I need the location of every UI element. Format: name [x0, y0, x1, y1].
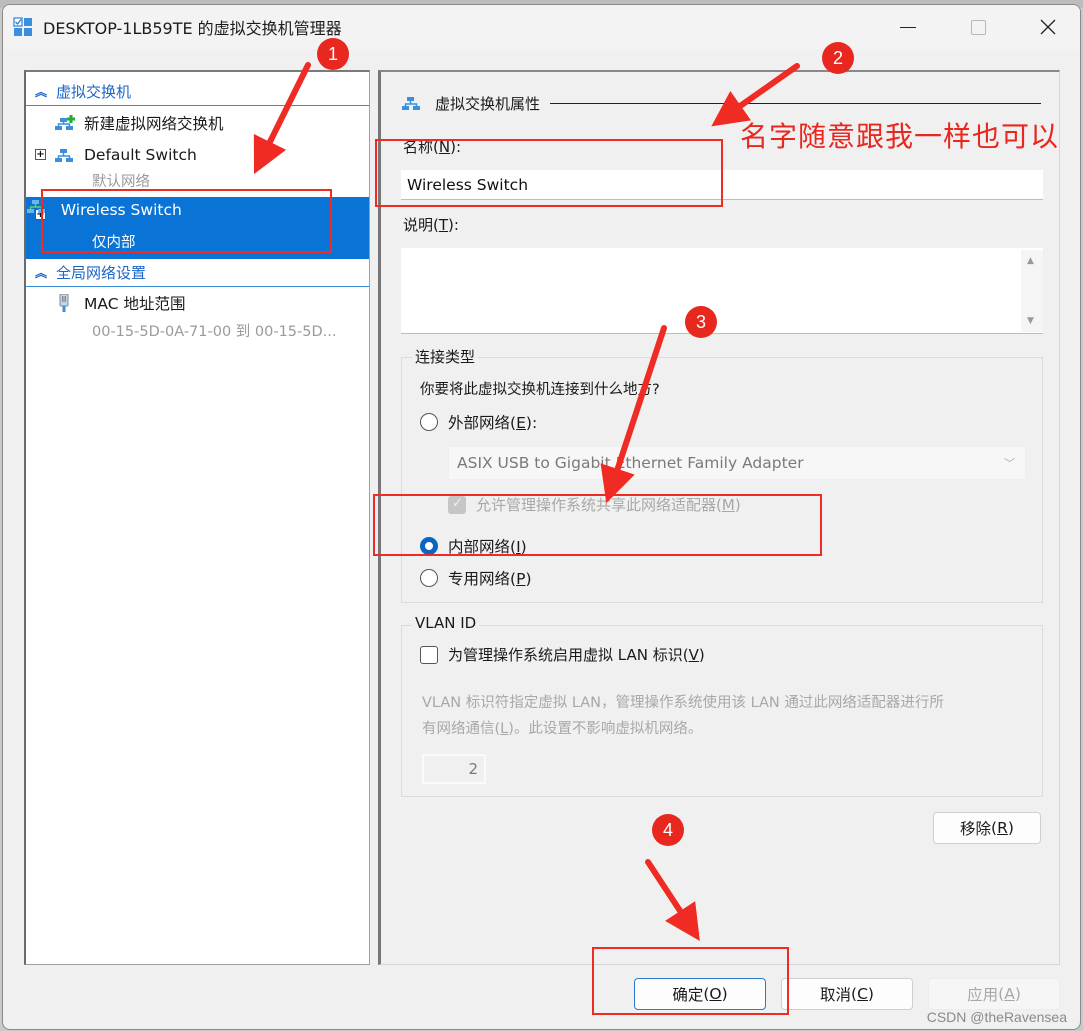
- properties-group-title: 虚拟交换机属性: [435, 94, 541, 113]
- minimize-button[interactable]: [873, 5, 943, 49]
- tree-item-sublabel: 默认网络: [92, 174, 150, 190]
- maximize-icon: [970, 19, 986, 35]
- close-icon: [1040, 19, 1056, 35]
- scroll-down-icon[interactable]: ▼: [1027, 316, 1034, 326]
- switch-properties-pane: 虚拟交换机属性 名称(N): 说明(T): ▲ ▼ 连接类型 你要将此虚拟交换机…: [378, 70, 1060, 965]
- radio-label: 外部网络(E):: [448, 414, 538, 432]
- checkbox-label: 允许管理操作系统共享此网络适配器(M): [476, 496, 741, 514]
- scroll-up-icon[interactable]: ▲: [1027, 256, 1034, 266]
- allow-share-checkbox[interactable]: 允许管理操作系统共享此网络适配器(M): [448, 494, 741, 515]
- window-title: DESKTOP-1LB59TE 的虚拟交换机管理器: [43, 19, 342, 38]
- radio-label: 专用网络(P): [448, 570, 532, 588]
- remove-button[interactable]: 移除(R): [933, 812, 1041, 844]
- radio-button[interactable]: [420, 413, 438, 431]
- checkbox[interactable]: [420, 645, 438, 664]
- title-bar: DESKTOP-1LB59TE 的虚拟交换机管理器: [3, 5, 1080, 49]
- name-input[interactable]: [401, 170, 1043, 200]
- connection-type-legend: 连接类型: [412, 346, 479, 367]
- radio-button[interactable]: [420, 569, 438, 587]
- notes-scrollbar[interactable]: ▲ ▼: [1021, 250, 1043, 332]
- apply-button[interactable]: 应用(A): [928, 978, 1060, 1010]
- vlan-description: VLAN 标识符指定虚拟 LAN，管理操作系统使用该 LAN 通过此网络适配器进…: [422, 695, 944, 737]
- checkbox[interactable]: [448, 495, 466, 514]
- hyperv-manager-icon: [13, 17, 32, 36]
- properties-group-header: 虚拟交换机属性: [401, 92, 1041, 114]
- collapse-chevron-icon: ︽: [34, 85, 47, 99]
- enable-vlan-checkbox[interactable]: 为管理操作系统启用虚拟 LAN 标识(V): [420, 644, 705, 665]
- expand-plus-icon[interactable]: +: [35, 149, 46, 160]
- tree-item-label: Wireless Switch: [60, 201, 182, 219]
- radio-internal-network[interactable]: 内部网络(I): [420, 534, 527, 558]
- switch-icon: [402, 97, 420, 110]
- radio-label: 内部网络(I): [448, 538, 527, 556]
- network-cable-icon: [59, 294, 69, 312]
- tree-item-label: MAC 地址范围: [84, 295, 186, 313]
- connection-question: 你要将此虚拟交换机连接到什么地方?: [420, 382, 660, 398]
- radio-button[interactable]: [420, 537, 438, 555]
- connection-type-group: 连接类型 你要将此虚拟交换机连接到什么地方? 外部网络(E): ASIX USB…: [401, 346, 1043, 603]
- section-title: 虚拟交换机: [56, 83, 132, 101]
- radio-external-network[interactable]: 外部网络(E):: [420, 410, 537, 434]
- external-adapter-select[interactable]: ASIX USB to Gigabit Ethernet Family Adap…: [448, 446, 1026, 480]
- maximize-button[interactable]: [943, 5, 1013, 49]
- name-label: 名称(N):: [403, 138, 462, 156]
- switch-icon: [55, 149, 73, 162]
- minimize-icon: [900, 26, 916, 28]
- tree-item-sublabel: 00-15-5D-0A-71-00 到 00-15-5D...: [92, 324, 337, 340]
- section-global-network-settings[interactable]: ︽ 全局网络设置: [26, 259, 369, 287]
- notes-label: 说明(T):: [403, 216, 459, 234]
- vlan-legend: VLAN ID: [412, 614, 480, 632]
- tree-item-label: Default Switch: [84, 146, 197, 164]
- section-virtual-switches[interactable]: ︽ 虚拟交换机: [26, 78, 369, 106]
- switch-navigation-tree: ︽ 虚拟交换机 新建虚拟网络交换机 + Default Switch 默认网络 …: [24, 70, 370, 965]
- tree-item-label: 新建虚拟网络交换机: [84, 115, 224, 133]
- header-divider: [550, 102, 1041, 104]
- virtual-switch-manager-window: DESKTOP-1LB59TE 的虚拟交换机管理器 ︽ 虚拟交换机 新建虚拟网络…: [2, 4, 1081, 1030]
- close-button[interactable]: [1013, 5, 1080, 49]
- notes-textarea[interactable]: ▲ ▼: [401, 248, 1043, 334]
- section-title: 全局网络设置: [56, 264, 147, 282]
- chevron-down-icon: ﹀: [1004, 457, 1015, 470]
- tree-item-sublabel: 仅内部: [92, 235, 136, 251]
- vlan-id-input[interactable]: 2: [422, 754, 486, 784]
- cancel-button[interactable]: 取消(C): [781, 978, 913, 1010]
- tree-item-wireless-switch[interactable]: + Wireless Switch 仅内部: [26, 197, 369, 259]
- new-switch-icon: [55, 115, 75, 130]
- vlan-id-group: VLAN ID 为管理操作系统启用虚拟 LAN 标识(V) VLAN 标识符指定…: [401, 614, 1043, 797]
- radio-private-network[interactable]: 专用网络(P): [420, 566, 532, 590]
- collapse-chevron-icon: ︽: [34, 266, 47, 280]
- checkbox-label: 为管理操作系统启用虚拟 LAN 标识(V): [448, 646, 705, 664]
- ok-button[interactable]: 确定(O): [634, 978, 766, 1010]
- switch-icon: [27, 200, 45, 213]
- selected-adapter: ASIX USB to Gigabit Ethernet Family Adap…: [457, 454, 804, 472]
